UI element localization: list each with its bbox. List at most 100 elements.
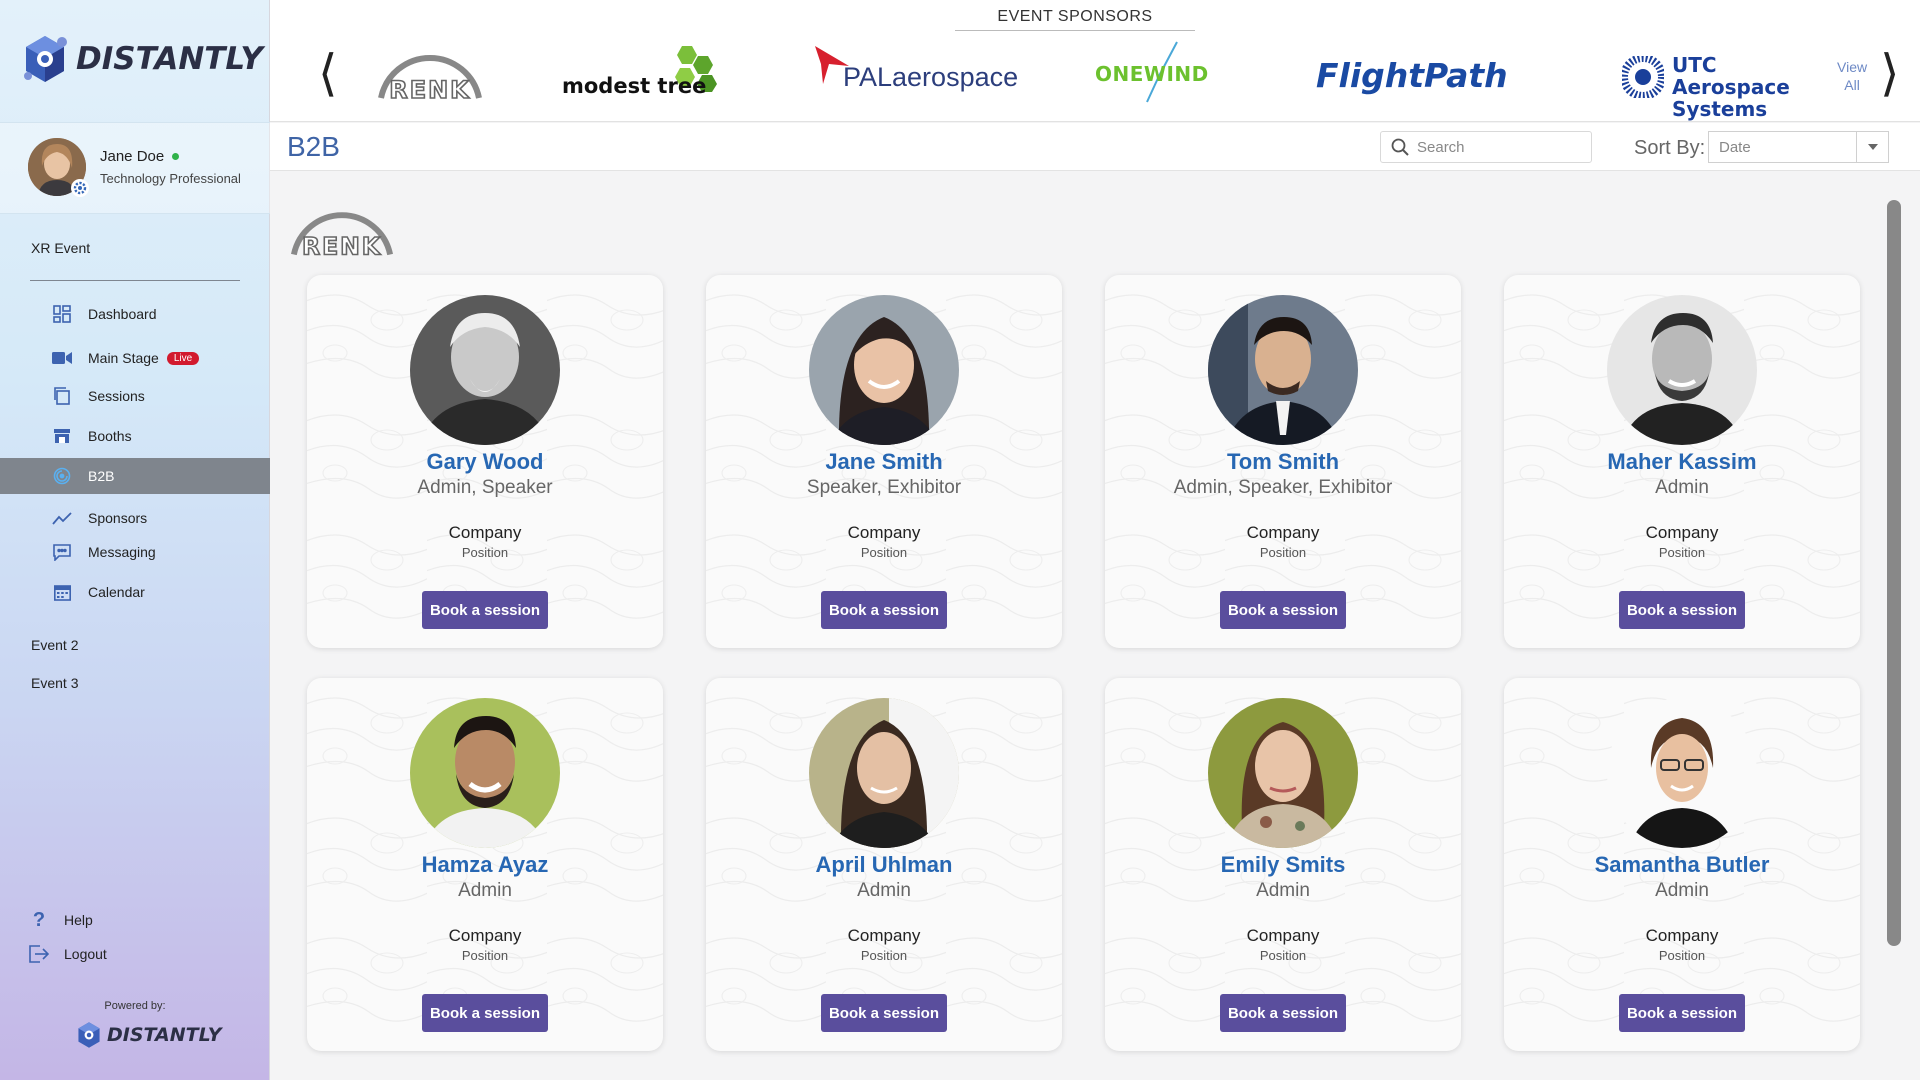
attendee-position: Position <box>1658 545 1706 560</box>
sponsor-onewind-text: ONEWIND <box>1095 62 1209 86</box>
sponsor-pal-aerospace[interactable]: PALaerospace <box>815 40 1018 104</box>
sidebar-item-dashboard[interactable]: Dashboard <box>0 296 270 332</box>
attendee-company: Company <box>1246 926 1320 945</box>
online-status-dot <box>172 153 180 160</box>
sidebar-item-messaging[interactable]: Messaging <box>0 534 270 570</box>
attendee-name[interactable]: April Uhlman <box>706 852 1062 878</box>
trend-icon <box>52 508 72 528</box>
attendee-position: Position <box>1259 948 1307 963</box>
help-label: Help <box>64 912 93 928</box>
sponsors-title: EVENT SPONSORS <box>955 8 1195 31</box>
attendee-photo[interactable] <box>1208 698 1358 848</box>
attendee-name[interactable]: Emily Smits <box>1105 852 1461 878</box>
attendee-card: Hamza Ayaz Admin Company Position Book a… <box>307 678 663 1051</box>
attendee-company: Company <box>847 926 921 945</box>
sort-label: Sort By: <box>1634 137 1706 159</box>
attendee-photo[interactable] <box>809 698 959 848</box>
book-session-button[interactable]: Book a session <box>1220 994 1346 1032</box>
booth-icon <box>52 426 72 446</box>
sponsor-modest-tree[interactable]: modest tree <box>562 40 732 104</box>
user-profile[interactable]: Jane Doe Technology Professional <box>28 138 241 198</box>
attendee-position: Position <box>461 948 509 963</box>
sidebar-item-sessions[interactable]: Sessions <box>0 378 270 414</box>
attendee-position: Position <box>461 545 509 560</box>
search-box[interactable] <box>1380 131 1592 163</box>
attendee-name[interactable]: Jane Smith <box>706 449 1062 475</box>
book-session-button[interactable]: Book a session <box>1220 591 1346 629</box>
attendee-card: Samantha Butler Admin Company Position B… <box>1504 678 1860 1051</box>
brand-logo[interactable]: DISTANTLY <box>18 32 263 86</box>
attendee-photo[interactable] <box>1607 295 1757 445</box>
attendee-name[interactable]: Maher Kassim <box>1504 449 1860 475</box>
sidebar-item-main-stage[interactable]: Main Stage Live <box>0 340 270 376</box>
gear-icon[interactable] <box>70 178 90 198</box>
attendee-photo[interactable] <box>1607 698 1757 848</box>
sidebar-item-booths[interactable]: Booths <box>0 418 270 454</box>
attendee-name[interactable]: Gary Wood <box>307 449 663 475</box>
sidebar-event-2[interactable]: Event 2 <box>31 637 78 653</box>
attendee-card: Gary Wood Admin, Speaker Company Positio… <box>307 275 663 648</box>
sessions-icon <box>52 386 72 406</box>
sidebar-item-sponsors[interactable]: Sponsors <box>0 500 270 536</box>
book-session-button[interactable]: Book a session <box>821 994 947 1032</box>
attendee-name[interactable]: Hamza Ayaz <box>307 852 663 878</box>
distantly-logo-icon <box>78 1022 100 1048</box>
sponsor-modest-tree-text: modest tree <box>562 74 707 98</box>
user-name-row: Jane Doe <box>100 148 241 165</box>
book-session-button[interactable]: Book a session <box>1619 591 1745 629</box>
content-scrollbar[interactable] <box>1887 200 1901 946</box>
sponsor-utc-aerospace[interactable]: UTC Aerospace Systems <box>1622 40 1822 120</box>
attendee-company: Company <box>1645 926 1719 945</box>
attendee-roles: Admin <box>458 880 512 901</box>
book-session-button[interactable]: Book a session <box>422 591 548 629</box>
sort-select[interactable]: Date <box>1708 131 1889 163</box>
attendee-roles: Admin <box>1655 880 1709 901</box>
sponsor-flightpath[interactable]: FlightPath <box>1316 40 1516 104</box>
attendee-roles: Admin, Speaker <box>417 477 553 498</box>
utc-aerospace-icon <box>1622 56 1664 98</box>
attendee-photo[interactable] <box>1208 295 1358 445</box>
sidebar-item-b2b[interactable]: B2B <box>0 458 270 494</box>
b2b-content: RENK Gary Wood Admin, Speaker Company Po… <box>270 171 1920 1080</box>
sponsor-renk[interactable]: RENK <box>375 40 485 104</box>
sidebar-item-calendar[interactable]: Calendar <box>0 574 270 610</box>
view-all-link[interactable]: View All <box>1837 58 1867 94</box>
attendee-company: Company <box>448 523 522 542</box>
attendee-name[interactable]: Tom Smith <box>1105 449 1461 475</box>
attendee-company: Company <box>847 523 921 542</box>
sidebar-event-3[interactable]: Event 3 <box>31 675 78 691</box>
event-title[interactable]: XR Event <box>31 240 90 256</box>
search-input[interactable] <box>1417 138 1577 156</box>
attendee-card: Emily Smits Admin Company Position Book … <box>1105 678 1461 1051</box>
company-logo-text: RENK <box>302 233 382 259</box>
logout-link[interactable]: Logout <box>28 943 107 965</box>
view-all-line-2: All <box>1844 77 1860 93</box>
powered-by-brand: DISTANTLY <box>107 1024 222 1046</box>
calendar-icon <box>52 582 72 602</box>
chevron-down-icon[interactable] <box>1856 132 1888 162</box>
page-header: B2B Sort By: Date <box>270 123 1920 171</box>
brand-name: DISTANTLY <box>76 41 263 77</box>
attendee-name[interactable]: Samantha Butler <box>1504 852 1860 878</box>
attendee-company: Company <box>448 926 522 945</box>
powered-by-logo: DISTANTLY <box>74 1020 221 1050</box>
sponsors-bar: EVENT SPONSORS ⟨ RENK modest tree PALaer… <box>270 0 1920 122</box>
book-session-button[interactable]: Book a session <box>821 591 947 629</box>
sidebar-divider <box>30 280 240 281</box>
live-badge: Live <box>166 351 200 365</box>
help-link[interactable]: ? Help <box>28 909 93 931</box>
sidebar-item-label: Sessions <box>88 388 145 404</box>
chevron-left-icon[interactable]: ⟨ <box>318 48 338 98</box>
attendee-photo[interactable] <box>410 698 560 848</box>
sidebar-item-label: Dashboard <box>88 306 157 322</box>
user-title: Technology Professional <box>100 171 241 186</box>
chevron-right-icon[interactable]: ⟩ <box>1880 48 1900 98</box>
page-title: B2B <box>287 131 340 162</box>
sidebar-item-label: Calendar <box>88 584 145 600</box>
user-name: Jane Doe <box>100 148 165 165</box>
book-session-button[interactable]: Book a session <box>422 994 548 1032</box>
sponsor-onewind[interactable]: ONEWIND <box>1095 40 1225 104</box>
book-session-button[interactable]: Book a session <box>1619 994 1745 1032</box>
attendee-photo[interactable] <box>410 295 560 445</box>
attendee-photo[interactable] <box>809 295 959 445</box>
